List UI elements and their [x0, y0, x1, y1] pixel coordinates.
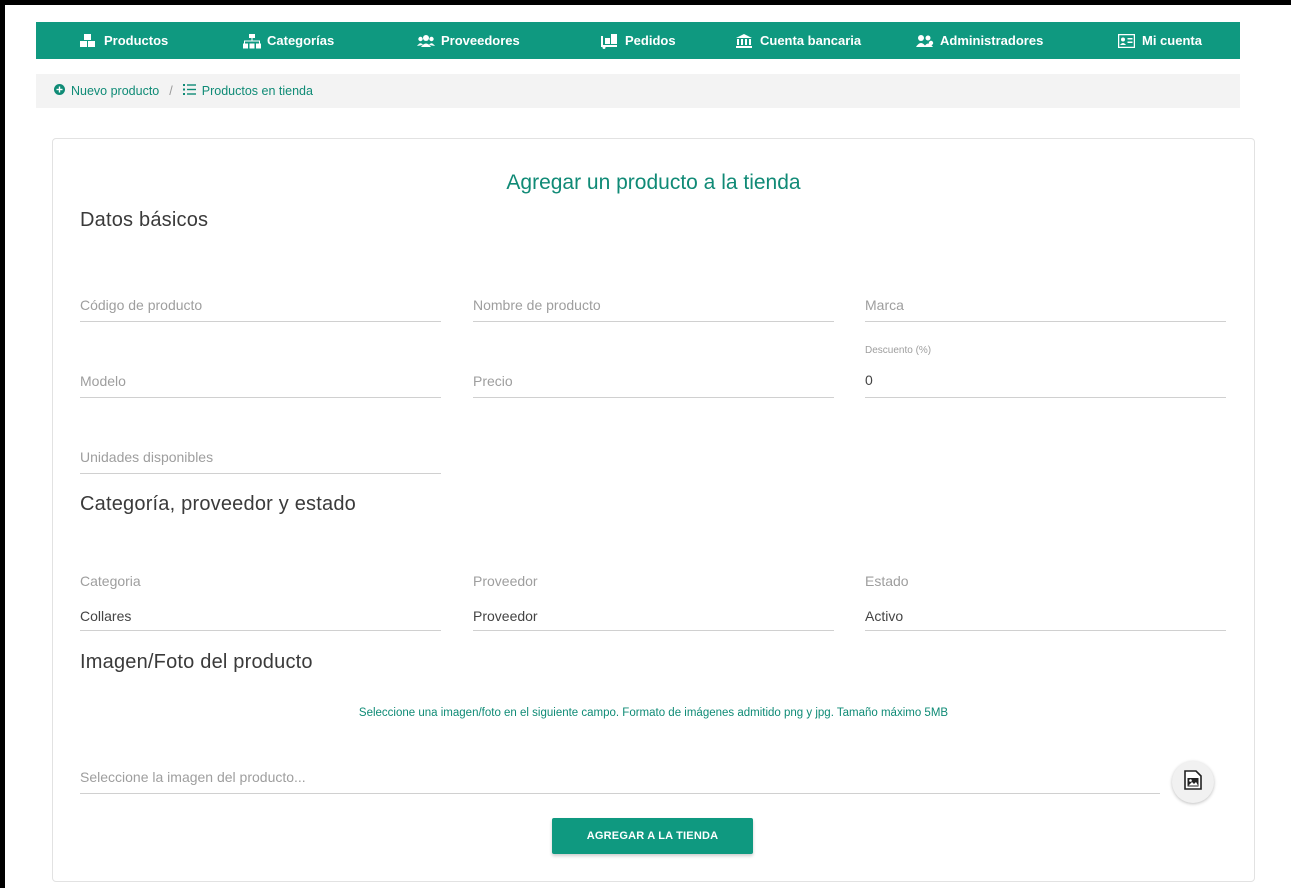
field-placeholder: Unidades disponibles: [80, 449, 214, 465]
add-to-store-button[interactable]: AGREGAR A LA TIENDA: [552, 818, 753, 854]
nav-item-label: Cuenta bancaria: [760, 33, 862, 48]
nav-item-label: Productos: [104, 33, 169, 48]
nav-item-label: Categorías: [267, 33, 335, 48]
nav-item-productos[interactable]: Productos: [80, 22, 168, 59]
dolly-icon: [601, 33, 617, 49]
window-frame-top: [0, 0, 1291, 5]
breadcrumb-label: Nuevo producto: [71, 84, 160, 98]
page-title: Agregar un producto a la tienda: [506, 171, 801, 194]
field-placeholder: Seleccione la imagen del producto...: [80, 769, 306, 785]
field-underline: [80, 793, 1160, 794]
nav-item-pedidos[interactable]: Pedidos: [601, 22, 676, 59]
breadcrumb: Nuevo producto / Productos en tienda: [36, 74, 1240, 108]
section-title-basic: Datos básicos: [80, 209, 209, 231]
image-icon: [1184, 769, 1202, 795]
field-placeholder: Nombre de producto: [473, 297, 601, 313]
breadcrumb-nuevo-producto[interactable]: Nuevo producto: [54, 84, 159, 98]
field-underline: [865, 321, 1226, 322]
nav-item-label: Pedidos: [625, 33, 676, 48]
plus-circle-icon: [54, 84, 65, 98]
nav-item-label: Administradores: [940, 33, 1044, 48]
field-underline: [80, 473, 441, 474]
nav-item-proveedores[interactable]: Proveedores: [417, 22, 520, 59]
units-available-field[interactable]: Unidades disponibles: [80, 441, 441, 475]
sitemap-icon: [243, 33, 261, 48]
field-value: Collares: [80, 608, 132, 624]
field-underline: [473, 321, 834, 322]
brand-field[interactable]: Marca: [865, 289, 1226, 323]
nav-item-administradores[interactable]: Administradores: [916, 22, 1043, 59]
nav-item-label: Mi cuenta: [1142, 33, 1202, 48]
product-code-field[interactable]: Código de producto: [80, 289, 441, 323]
nav-item-cuenta-bancaria[interactable]: Cuenta bancaria: [736, 22, 861, 59]
status-select[interactable]: Estado Activo: [865, 569, 1226, 632]
field-label: Categoria: [80, 573, 141, 589]
category-select[interactable]: Categoria Collares: [80, 569, 441, 632]
field-value: Activo: [865, 608, 904, 624]
field-underline: [80, 630, 441, 631]
bank-icon: [736, 33, 752, 48]
field-label: Proveedor: [473, 573, 538, 589]
field-underline: [865, 630, 1226, 631]
provider-select[interactable]: Proveedor Proveedor: [473, 569, 834, 632]
model-field[interactable]: Modelo: [80, 365, 441, 399]
field-placeholder: Marca: [865, 297, 904, 313]
image-file-field[interactable]: Seleccione la imagen del producto...: [80, 761, 1160, 795]
field-placeholder: Modelo: [80, 373, 126, 389]
field-underline: [80, 321, 441, 322]
id-card-icon: [1117, 33, 1136, 48]
field-label: Estado: [865, 573, 909, 589]
field-underline: [80, 397, 441, 398]
field-underline: [473, 397, 834, 398]
image-format-note: Seleccione una imagen/foto en el siguien…: [358, 707, 949, 719]
nav-item-categorias[interactable]: Categorías: [243, 22, 334, 59]
top-navbar: Productos Categorías Proveedores Pedidos…: [36, 22, 1240, 59]
field-underline: [865, 397, 1226, 398]
field-underline: [473, 630, 834, 631]
field-label: Descuento (%): [865, 345, 932, 356]
field-placeholder: Precio: [473, 373, 513, 389]
select-image-button[interactable]: [1172, 761, 1214, 803]
nav-item-mi-cuenta[interactable]: Mi cuenta: [1117, 22, 1202, 59]
section-title-category: Categoría, proveedor y estado: [80, 493, 356, 515]
breadcrumb-productos-en-tienda[interactable]: Productos en tienda: [182, 84, 313, 98]
section-title-image: Imagen/Foto del producto: [80, 651, 313, 673]
window-frame-left: [0, 0, 5, 888]
users-icon: [417, 34, 435, 48]
breadcrumb-separator: /: [169, 84, 173, 98]
user-group-icon: [916, 34, 934, 48]
product-name-field[interactable]: Nombre de producto: [473, 289, 834, 323]
field-value: 0: [865, 372, 873, 388]
cubes-icon: [80, 33, 96, 48]
list-icon: [182, 84, 196, 98]
breadcrumb-label: Productos en tienda: [201, 84, 313, 98]
field-placeholder: Código de producto: [80, 297, 203, 313]
field-value: Proveedor: [473, 608, 538, 624]
add-product-card: Agregar un producto a la tienda Datos bá…: [52, 138, 1255, 882]
price-field[interactable]: Precio: [473, 365, 834, 399]
nav-item-label: Proveedores: [441, 33, 520, 48]
discount-field[interactable]: Descuento (%) 0: [865, 343, 1226, 399]
